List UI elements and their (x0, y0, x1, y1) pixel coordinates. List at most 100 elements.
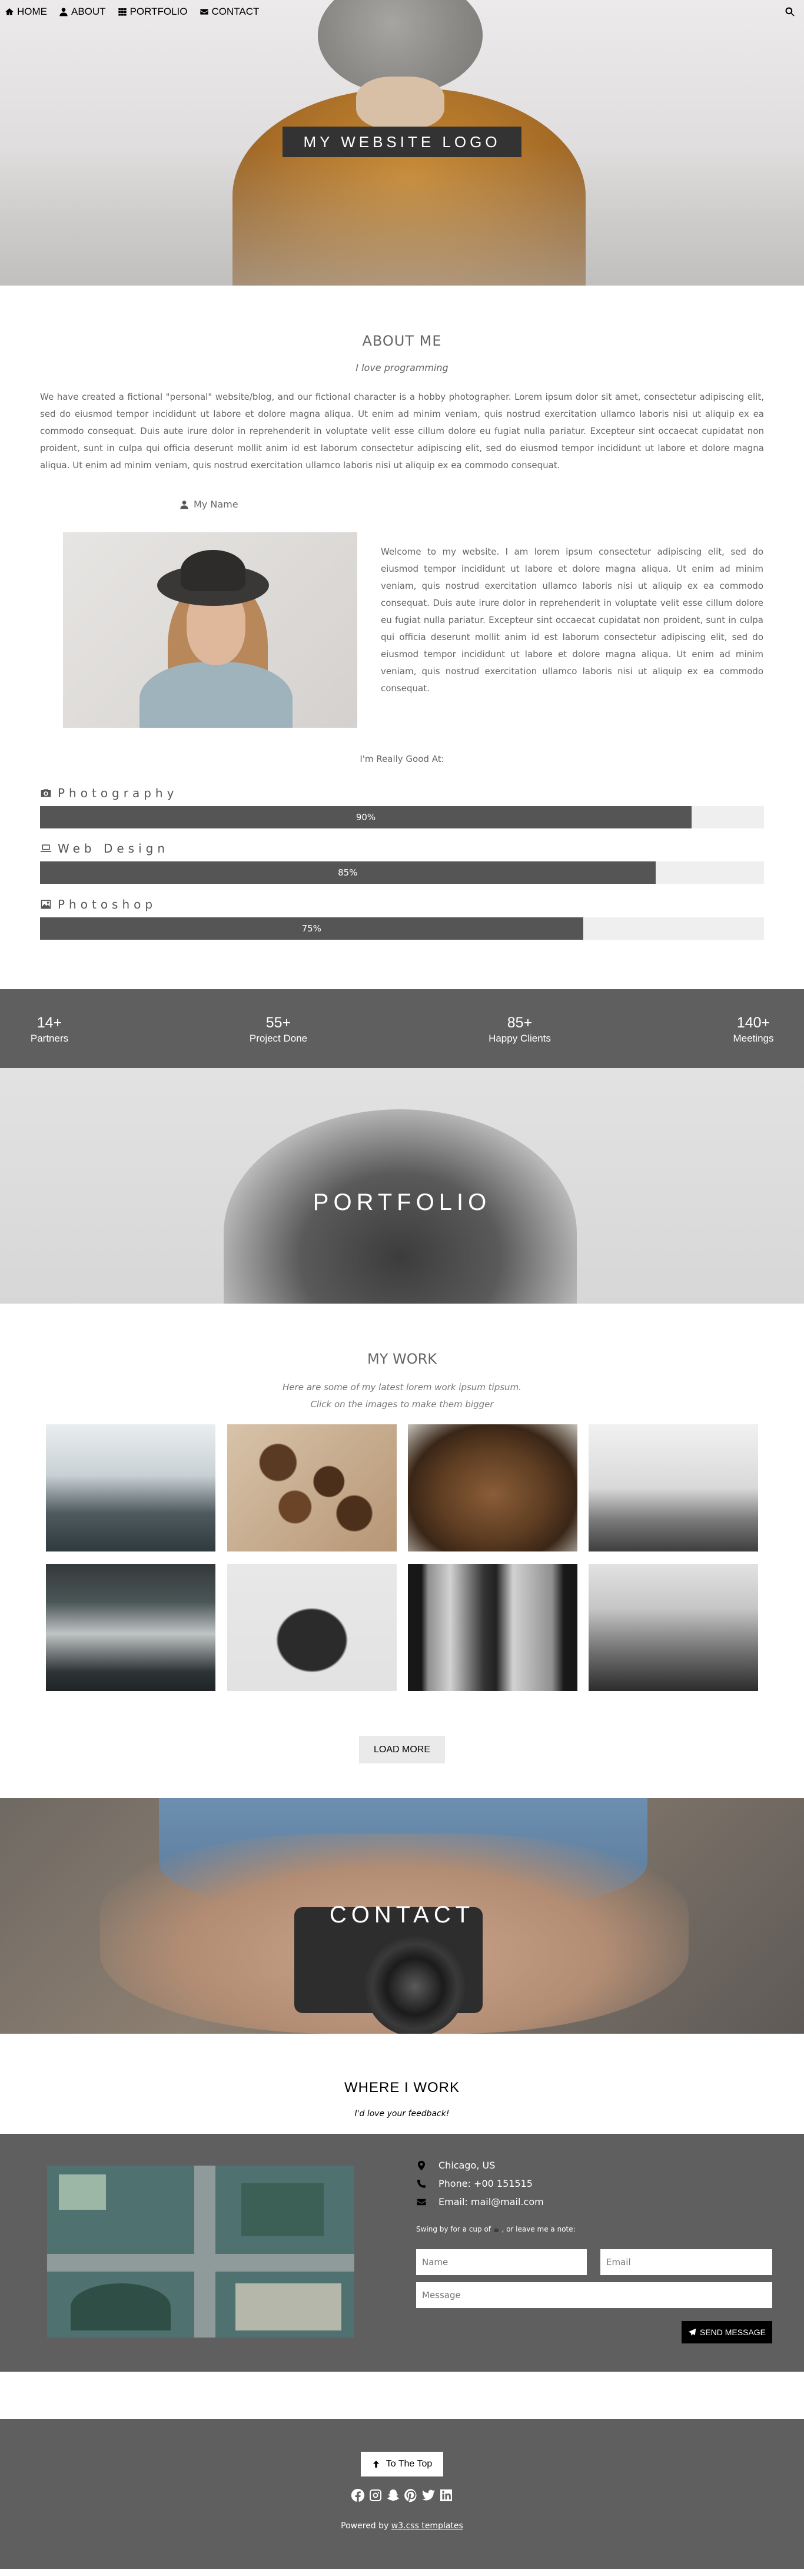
powered-by-text: Powered by (341, 2521, 389, 2531)
phone-icon (417, 2179, 426, 2188)
gallery-image-lonely-sea[interactable] (589, 1564, 758, 1691)
skill-photography: Photography 90% (40, 785, 764, 828)
stat-meetings: 140+ Meetings (718, 1014, 789, 1046)
nav-contact[interactable]: CONTACT (194, 0, 265, 24)
where-i-work-section: WHERE I WORK I'd love your feedback! (0, 2034, 804, 2134)
w3css-link[interactable]: w3.css templates (391, 2521, 463, 2531)
name-input[interactable] (416, 2249, 587, 2275)
banner-camera-lens (365, 1937, 465, 2034)
instagram-icon[interactable] (368, 2488, 383, 2502)
my-work-section: MY WORK Here are some of my latest lorem… (0, 1304, 804, 1798)
contact-phone-text: Phone: +00 151515 (438, 2178, 533, 2189)
nav-home-label: HOME (17, 6, 47, 17)
skill-fill: 90% (40, 806, 692, 828)
nav-home[interactable]: HOME (0, 0, 53, 24)
gallery-image-coffee-beans[interactable] (227, 1424, 397, 1551)
navbar: HOME ABOUT PORTFOLIO CONTACT (0, 0, 804, 24)
stat-label: Partners (30, 1033, 69, 1044)
contact-section: Chicago, US Phone: +00 151515 Email: mai… (0, 2134, 804, 2372)
skill-fill: 85% (40, 861, 656, 884)
send-message-button[interactable]: SEND MESSAGE (682, 2321, 772, 2343)
skill-web-design: Web Design 85% (40, 840, 764, 884)
stat-number: 55+ (265, 1015, 291, 1031)
to-the-top-label: To The Top (386, 2459, 433, 2469)
gallery-image-mountains[interactable] (46, 1424, 215, 1551)
email-input[interactable] (600, 2249, 772, 2275)
search-icon[interactable] (784, 6, 796, 18)
home-icon (5, 8, 14, 15)
contact-banner: CONTACT (0, 1798, 804, 2034)
snapchat-icon[interactable] (386, 2488, 400, 2502)
portfolio-banner-title: PORTFOLIO (313, 1189, 491, 1215)
good-at-label: I'm Really Good At: (360, 754, 444, 764)
load-more-button[interactable]: LOAD MORE (359, 1736, 445, 1763)
coffee-icon: ☕ (493, 2225, 500, 2233)
contact-note: Swing by for a cup of ☕ , or leave me a … (416, 2225, 576, 2233)
work-subtitle: Here are some of my latest lorem work ip… (0, 1379, 804, 1413)
stat-project-done: 55+ Project Done (231, 1014, 325, 1046)
my-name: My Name (180, 499, 238, 510)
contact-location: Chicago, US (416, 2160, 495, 2171)
arrow-up-icon (373, 2461, 379, 2468)
portrait-hat-crown (181, 550, 245, 591)
stat-number: 140+ (736, 1015, 770, 1031)
stat-number: 14+ (36, 1015, 62, 1031)
work-title: MY WORK (367, 1351, 437, 1367)
site-logo-text: MY WEBSITE LOGO (303, 132, 501, 151)
work-subtitle-line1: Here are some of my latest lorem work ip… (283, 1382, 521, 1393)
skill-name: Web Design (58, 841, 170, 856)
laptop-icon (40, 844, 52, 852)
contact-note-post: , or leave me a note: (501, 2225, 576, 2233)
welcome-text: Welcome to my website. I am lorem ipsum … (381, 546, 763, 694)
stat-partners: 14+ Partners (20, 1014, 79, 1046)
nav-portfolio[interactable]: PORTFOLIO (112, 0, 194, 24)
map-park (241, 2183, 324, 2236)
gallery-image-bear[interactable] (408, 1424, 577, 1551)
map-building (59, 2174, 106, 2210)
send-message-label: SEND MESSAGE (699, 2328, 766, 2337)
stat-label: Happy Clients (489, 1033, 551, 1044)
skill-fill: 75% (40, 917, 583, 940)
gallery-image-foggy-forest[interactable] (46, 1564, 215, 1691)
skill-photography-label-row: Photography (40, 785, 764, 801)
camera-icon (41, 789, 51, 797)
paper-plane-icon (688, 2328, 696, 2336)
social-links (0, 2488, 804, 2502)
linkedin-icon[interactable] (439, 2488, 453, 2502)
contact-phone: Phone: +00 151515 (416, 2178, 533, 2189)
portfolio-banner: PORTFOLIO (0, 1068, 804, 1304)
map-road-horizontal (47, 2254, 354, 2272)
footer: To The Top Powered by w3.css templates (0, 2419, 804, 2569)
about-subtitle: I love programming (356, 362, 448, 373)
stat-number: 85+ (507, 1015, 533, 1031)
skill-track: 85% (40, 861, 764, 884)
gallery-image-fog-sea[interactable] (589, 1424, 758, 1551)
where-title: WHERE I WORK (344, 2080, 460, 2096)
twitter-icon[interactable] (421, 2488, 436, 2502)
gallery-image-train-window[interactable] (408, 1564, 577, 1691)
skill-photoshop: Photoshop 75% (40, 896, 764, 940)
user-icon (59, 8, 68, 16)
work-subtitle-line2: Click on the images to make them bigger (310, 1399, 494, 1410)
message-input[interactable] (416, 2282, 772, 2308)
stat-happy-clients: 85+ Happy Clients (473, 1014, 567, 1046)
image-icon (41, 900, 51, 909)
to-the-top-button[interactable]: To The Top (361, 2452, 443, 2476)
nav-about-label: ABOUT (71, 6, 106, 17)
facebook-icon[interactable] (351, 2488, 365, 2502)
gallery-image-typewriter[interactable] (227, 1564, 397, 1691)
contact-email: Email: mail@mail.com (416, 2196, 544, 2207)
about-paragraph: We have created a fictional "personal" w… (40, 392, 764, 470)
pinterest-icon[interactable] (404, 2488, 418, 2502)
skill-photoshop-label-row: Photoshop (40, 896, 764, 913)
portrait-photo (63, 532, 357, 728)
nav-contact-label: CONTACT (211, 6, 260, 17)
nav-about[interactable]: ABOUT (53, 0, 112, 24)
envelope-icon (200, 9, 208, 15)
skill-track: 75% (40, 917, 764, 940)
contact-note-pre: Swing by for a cup of (416, 2225, 491, 2233)
stats-bar: 14+ Partners 55+ Project Done 85+ Happy … (0, 989, 804, 1068)
th-icon (118, 8, 127, 16)
site-logo[interactable]: MY WEBSITE LOGO (283, 127, 521, 157)
map-marker-icon (418, 2160, 425, 2170)
